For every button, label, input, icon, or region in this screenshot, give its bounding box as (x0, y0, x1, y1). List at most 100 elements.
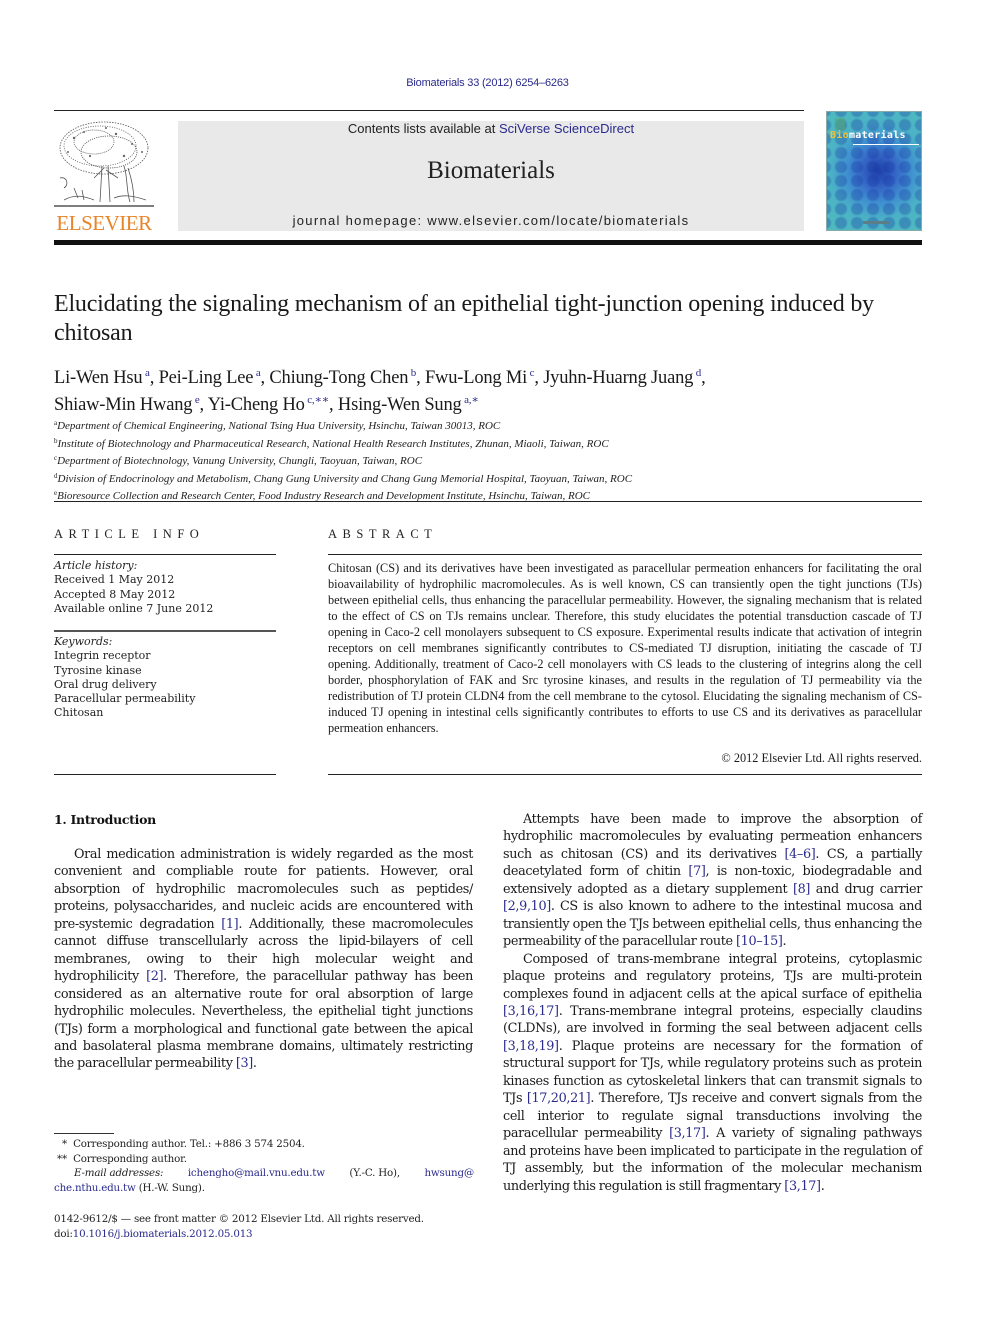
affiliation: cDepartment of Biotechnology, Vanung Uni… (54, 454, 423, 467)
citation-link[interactable]: [2] (146, 969, 163, 984)
author[interactable]: Chiung-Tong Chen (269, 368, 408, 388)
email-link-ho[interactable]: ichengho@mail.vnu.edu.tw (188, 1166, 325, 1181)
history-online: Available online 7 June 2012 (54, 601, 214, 615)
issn-line: 0142-9612/$ — see front matter © 2012 El… (54, 1213, 424, 1225)
abstract-copyright: © 2012 Elsevier Ltd. All rights reserved… (721, 751, 922, 765)
intro-paragraph-2: Attempts have been made to improve the a… (503, 812, 923, 950)
cover-rule (853, 144, 919, 145)
author[interactable]: Li-Wen Hsu (54, 368, 143, 388)
affiliation-list: aDepartment of Chemical Engineering, Nat… (54, 416, 924, 504)
author[interactable]: Shiaw-Min Hwang (54, 395, 193, 415)
cover-elsevier-logo-icon (835, 118, 845, 130)
author-affiliation-marker[interactable]: c,∗∗ (305, 394, 329, 406)
citation-link[interactable]: [4–6] (784, 847, 815, 862)
front-matter: 0142-9612/$ — see front matter © 2012 El… (54, 1212, 494, 1241)
journal-header-box: Contents lists available at SciVerse Sci… (178, 121, 804, 231)
article-info-heading: ARTICLE INFO (54, 527, 205, 541)
keyword: Tyrosine kinase (54, 663, 142, 677)
citation-link[interactable]: [10–15] (736, 934, 783, 949)
footnote-corresponding-2: ** Corresponding author. (57, 1152, 187, 1165)
footnote-rule (54, 1133, 114, 1134)
keywords-label: Keywords: (54, 635, 113, 648)
citation-link[interactable]: [3] (236, 1056, 253, 1071)
affiliation: dDivision of Endocrinology and Metabolis… (54, 471, 633, 485)
header-thick-rule (54, 240, 922, 245)
abstract-rule-top (328, 554, 922, 555)
title-block-divider (54, 501, 922, 502)
doi-line: doi:10.1016/j.biomaterials.2012.05.013 (54, 1227, 253, 1240)
intro-paragraph-3: Composed of trans-membrane integral prot… (503, 951, 923, 1194)
intro-left-column: Oral medication administration is widely… (54, 846, 473, 1073)
cover-title: Biomaterials (830, 130, 906, 141)
citation-link[interactable]: [7] (688, 864, 705, 879)
citation-link[interactable]: [3,17] (784, 1179, 821, 1194)
author-affiliation-marker[interactable]: b (408, 367, 417, 379)
article-info-rule-2 (54, 630, 276, 632)
author-affiliation-marker[interactable]: c (527, 367, 535, 379)
author-affiliation-marker[interactable]: a (142, 367, 150, 379)
journal-reference-link[interactable]: Biomaterials 33 (2012) 6254–6263 (0, 77, 975, 89)
abstract-text: Chitosan (CS) and its derivatives have b… (328, 561, 922, 735)
journal-cover-image[interactable]: Biomaterials (826, 111, 922, 231)
history-accepted: Accepted 8 May 2012 (54, 587, 176, 601)
author-affiliation-marker[interactable]: d (693, 367, 702, 379)
footnotes: * Corresponding author. Tel.: +886 3 574… (54, 1137, 474, 1196)
doi-link[interactable]: 10.1016/j.biomaterials.2012.05.013 (73, 1228, 253, 1240)
author[interactable]: Pei-Ling Lee (159, 368, 254, 388)
elsevier-logo[interactable]: ELSEVIER (54, 118, 154, 235)
article-info-rule-3 (54, 774, 276, 775)
abstract-rule-bottom (328, 774, 922, 775)
article-title: Elucidating the signaling mechanism of a… (54, 291, 874, 346)
keyword: Integrin receptor (54, 649, 151, 663)
section-heading-introduction: 1. Introduction (54, 812, 156, 827)
article-history-label: Article history: (54, 559, 138, 572)
email-label: E-mail addresses: (74, 1167, 164, 1180)
keyword: Paracellular permeability (54, 692, 196, 706)
elsevier-wordmark: ELSEVIER (56, 211, 152, 235)
footnote-corresponding-1: * Corresponding author. Tel.: +886 3 574… (62, 1138, 305, 1150)
affiliation: aDepartment of Chemical Engineering, Nat… (54, 419, 501, 432)
journal-homepage-link[interactable]: journal homepage: www.elsevier.com/locat… (178, 213, 804, 228)
author-list: Li-Wen Hsu a, Pei-Ling Lee a, Chiung-Ton… (54, 367, 706, 415)
intro-paragraph-1: Oral medication administration is widely… (54, 847, 473, 1072)
affiliation-key: a (54, 419, 58, 427)
keyword: Oral drug delivery (54, 677, 157, 691)
footnote-emails: E-mail addresses: ichengho@mail.vnu.edu.… (54, 1166, 474, 1181)
author-affiliation-marker[interactable]: a (253, 367, 261, 379)
contents-available-line: Contents lists available at SciVerse Sci… (178, 121, 804, 136)
affiliation-key: d (54, 471, 58, 480)
author[interactable]: Fwu-Long Mi (425, 368, 527, 388)
citation-link[interactable]: [17,20,21] (527, 1091, 591, 1106)
author[interactable]: Hsing-Wen Sung (338, 395, 462, 415)
footnote-email-continued: che.nthu.edu.tw (H.-W. Sung). (54, 1182, 205, 1195)
sciencedirect-link[interactable]: SciVerse ScienceDirect (499, 121, 634, 136)
citation-link[interactable]: [3,18,19] (503, 1039, 559, 1054)
citation-link[interactable]: [8] (793, 882, 810, 897)
author[interactable]: Jyuhn-Huarng Juang (543, 368, 693, 388)
author[interactable]: Yi-Cheng Ho (208, 395, 305, 415)
citation-link[interactable]: [2,9,10] (503, 899, 551, 914)
email-link-sung-part1[interactable]: hwsung@ (424, 1166, 474, 1181)
author-affiliation-marker[interactable]: e (192, 394, 200, 406)
citation-link[interactable]: [1] (221, 917, 238, 932)
abstract-heading: ABSTRACT (328, 527, 438, 541)
affiliation: bInstitute of Biotechnology and Pharmace… (54, 436, 609, 450)
email-link-sung-part2[interactable]: che.nthu.edu.tw (54, 1182, 136, 1194)
article-history: Article history: Received 1 May 2012 Acc… (54, 559, 276, 616)
citation-link[interactable]: [3,16,17] (503, 1004, 559, 1019)
affiliation-key: c (54, 454, 58, 462)
author-affiliation-marker[interactable]: a,∗ (462, 394, 479, 406)
header-top-rule (54, 110, 804, 111)
article-info-rule-1 (54, 554, 276, 555)
citation-link[interactable]: [3,17] (669, 1126, 706, 1141)
history-received: Received 1 May 2012 (54, 573, 175, 587)
intro-right-column: Attempts have been made to improve the a… (503, 811, 922, 1195)
affiliation-key: e (54, 489, 58, 497)
email-owner-ho: (Y.-C. Ho), (349, 1167, 400, 1180)
elsevier-tree-icon (54, 118, 154, 212)
affiliation-key: b (54, 436, 58, 445)
keywords-block: Keywords: Integrin receptor Tyrosine kin… (54, 635, 276, 721)
journal-name: Biomaterials (427, 157, 555, 184)
contents-prefix: Contents lists available at (347, 121, 499, 136)
keyword: Chitosan (54, 706, 104, 720)
